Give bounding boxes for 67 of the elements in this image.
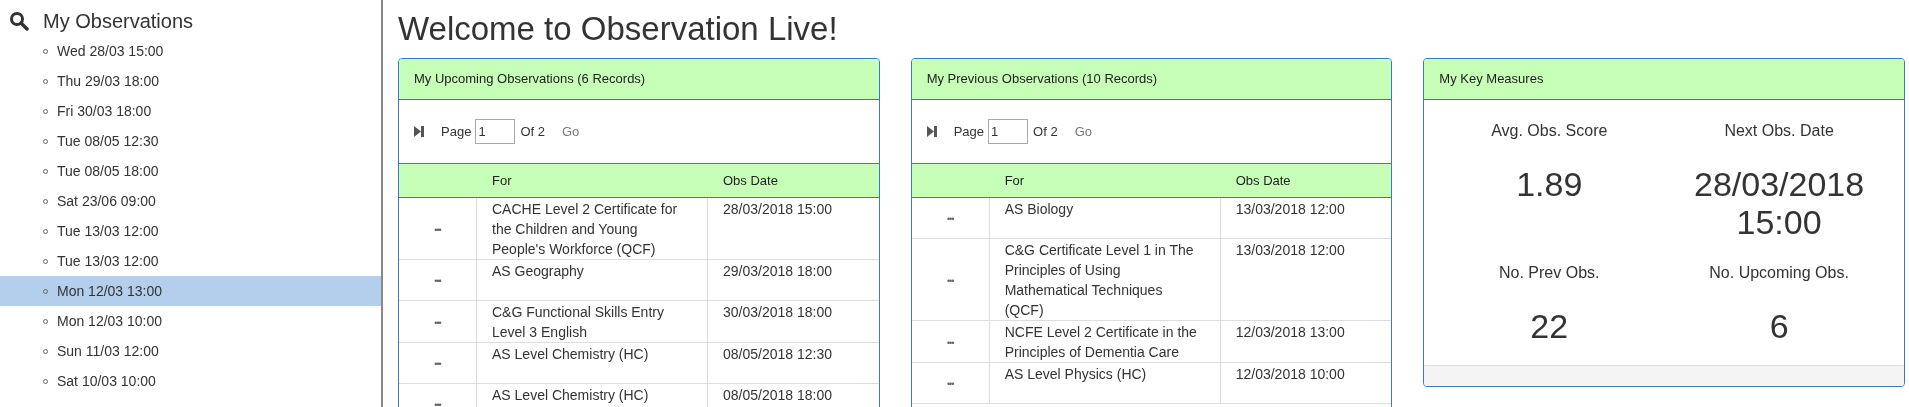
sidebar-item[interactable]: Sun 11/03 12:00 (0, 336, 381, 366)
table-cell: AS Level Chemistry (HC) (492, 387, 649, 403)
last-page-icon[interactable] (926, 126, 937, 137)
page-label: Page (441, 122, 472, 141)
table-cell: 08/05/2018 12:30 (723, 346, 832, 362)
go-link[interactable]: Go (1074, 121, 1092, 142)
table-cell: 12/03/2018 13:00 (1235, 324, 1345, 340)
measure-value: 22 (1529, 306, 1570, 345)
sidebar-item[interactable]: Fri 30/03 18:00 (0, 96, 381, 126)
table-cell: CACHE Level 2 Certificate for the Children and Young People's Workforce (QCF) (492, 201, 678, 257)
table-cell: 30/03/2018 18:00 (723, 304, 832, 320)
last-page-icon[interactable] (414, 126, 424, 137)
table-cell: AS Level Physics (HC) (1004, 366, 1147, 382)
row-menu[interactable]: ••• (434, 318, 441, 328)
sidebar-title: My Observations (43, 9, 194, 34)
sidebar-item[interactable]: Tue 13/03 12:00 (0, 216, 381, 246)
sidebar-item[interactable]: Wed 28/03 15:00 (0, 36, 381, 66)
page-title: Welcome to Observation Live! (398, 9, 839, 49)
table-cell: C&G Certificate Level 1 in The Principles of Using Mathematical Techniques (QCF) (1004, 242, 1194, 318)
sidebar-item[interactable]: Thu 29/03 18:00 (0, 66, 381, 96)
measure-label: Next Obs. Date (1724, 121, 1834, 141)
row-menu[interactable]: ••• (946, 380, 954, 389)
table-cell: AS Level Chemistry (HC) (492, 346, 649, 362)
measure-value: 28/03/2018 15:00 (1693, 165, 1866, 241)
sidebar-item[interactable]: Tue 08/05 12:30 (0, 126, 381, 156)
page-field[interactable]: 1 (988, 119, 1029, 144)
search-icon[interactable] (9, 11, 29, 31)
column-header: For (1003, 171, 1026, 190)
row-menu[interactable]: ••• (946, 338, 954, 348)
row-menu[interactable]: ••• (946, 215, 954, 224)
sidebar-item[interactable]: Tue 08/05 18:00 (0, 156, 381, 186)
sidebar-item[interactable]: Sat 10/03 10:00 (0, 366, 381, 396)
row-menu[interactable]: ••• (434, 401, 441, 407)
measure-value: 6 (1768, 306, 1790, 345)
table-cell: C&G Functional Skills Entry Level 3 English (492, 304, 664, 340)
column-header: Obs Date (1234, 171, 1292, 190)
page-count: Of 2 (520, 122, 545, 141)
go-link[interactable]: Go (561, 121, 580, 142)
row-menu[interactable]: ••• (434, 225, 441, 235)
measure-label: No. Prev Obs. (1499, 262, 1600, 283)
sidebar-item[interactable]: Mon 12/03 13:00 (0, 276, 381, 306)
row-menu[interactable]: ••• (434, 360, 441, 369)
sidebar-item[interactable]: Mon 12/03 10:00 (0, 306, 381, 336)
row-menu[interactable]: ••• (946, 276, 954, 286)
table-cell: NCFE Level 2 Certificate in the Principles of Dementia Care (1004, 324, 1197, 360)
table-cell: 29/03/2018 18:00 (723, 263, 832, 279)
table-cell: AS Biology (1004, 201, 1074, 217)
table-cell: 13/03/2018 12:00 (1235, 201, 1345, 217)
page-field[interactable]: 1 (475, 119, 516, 144)
measure-value: 1.89 (1515, 165, 1584, 203)
column-header: Obs Date (722, 171, 779, 190)
panel-header: My Key Measures (1424, 59, 1904, 100)
table-cell: AS Geography (492, 263, 584, 279)
table-cell: 13/03/2018 12:00 (1235, 242, 1345, 258)
measure-label: Avg. Obs. Score (1491, 121, 1608, 141)
table-cell: 08/05/2018 18:00 (723, 387, 832, 403)
row-menu[interactable]: ••• (434, 277, 441, 286)
panel-header: My Previous Observations (10 Records) (911, 59, 1392, 100)
measure-label: No. Upcoming Obs. (1709, 262, 1849, 283)
table-cell: 28/03/2018 15:00 (723, 201, 832, 217)
table-cell: 12/03/2018 10:00 (1235, 366, 1345, 382)
sidebar-item[interactable]: Tue 13/03 12:00 (0, 246, 381, 276)
column-header: For (491, 171, 513, 190)
page-count: Of 2 (1033, 122, 1058, 141)
panel-header: My Upcoming Observations (6 Records) (399, 59, 879, 100)
page-label: Page (953, 122, 985, 141)
sidebar-item[interactable]: Sat 23/06 09:00 (0, 186, 381, 216)
